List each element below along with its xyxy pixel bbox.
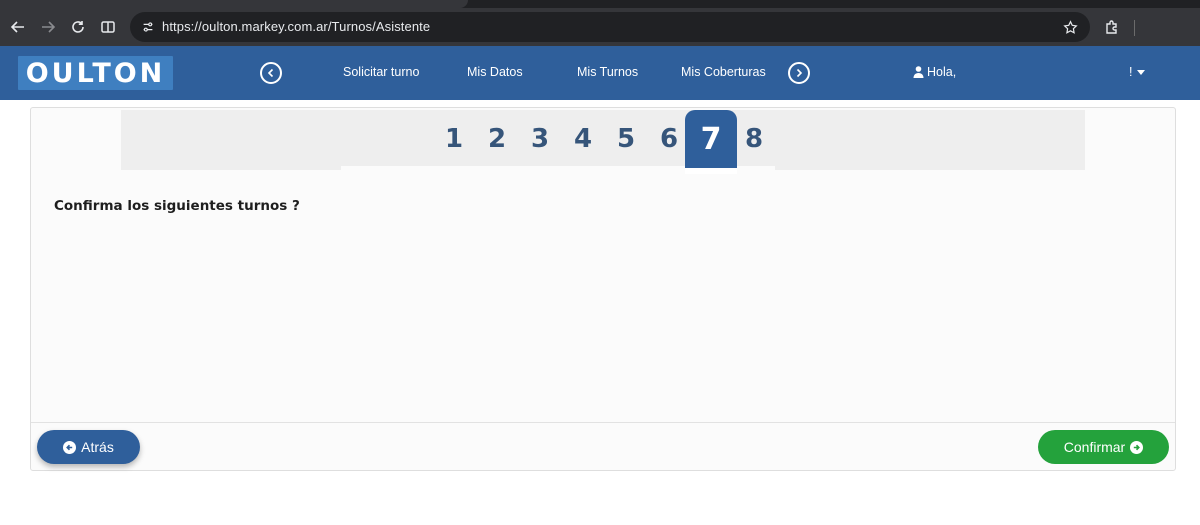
app-header: OULTON Solicitar turno Mis Datos Mis Tur… — [0, 46, 1200, 100]
arrow-right-circle-icon — [1130, 440, 1144, 454]
user-menu-toggle[interactable]: ! — [1129, 65, 1146, 79]
nav-prev-button[interactable] — [260, 62, 282, 84]
toolbar-separator — [1134, 20, 1135, 36]
nav-mis-turnos[interactable]: Mis Turnos — [577, 65, 638, 79]
forward-arrow-icon[interactable] — [36, 15, 60, 39]
step-2[interactable]: 2 — [485, 124, 509, 154]
caret-down-icon — [1137, 69, 1146, 75]
user-menu-label: ! — [1129, 65, 1133, 79]
address-bar[interactable]: https://oulton.markey.com.ar/Turnos/Asis… — [130, 12, 1090, 42]
step-4[interactable]: 4 — [571, 124, 595, 154]
side-panel-icon[interactable] — [96, 15, 120, 39]
site-info-icon[interactable] — [138, 17, 158, 37]
arrow-left-circle-icon — [63, 440, 77, 454]
browser-active-tab[interactable] — [0, 0, 468, 8]
nav-mis-datos[interactable]: Mis Datos — [467, 65, 523, 79]
back-button-label: Atrás — [81, 439, 114, 455]
logo-text: OULTON — [25, 57, 166, 89]
confirm-question: Confirma los siguientes turnos ? — [54, 198, 300, 214]
step-5[interactable]: 5 — [614, 124, 638, 154]
active-step-indicator — [685, 168, 737, 174]
reload-icon[interactable] — [66, 15, 90, 39]
url-text[interactable]: https://oulton.markey.com.ar/Turnos/Asis… — [162, 19, 430, 34]
wizard-steps-bar — [121, 110, 1085, 170]
chevron-right-icon — [796, 68, 803, 78]
step-1[interactable]: 1 — [442, 124, 466, 154]
chevron-left-icon — [267, 68, 274, 78]
back-arrow-icon[interactable] — [6, 15, 30, 39]
back-button[interactable]: Atrás — [37, 430, 140, 464]
step-6[interactable]: 6 — [657, 124, 681, 154]
nav-solicitar-turno[interactable]: Solicitar turno — [343, 65, 419, 79]
step-7-active[interactable]: 7 — [685, 110, 737, 168]
user-icon — [913, 66, 924, 78]
card-footer-divider — [31, 422, 1175, 423]
step-8[interactable]: 8 — [742, 124, 766, 154]
current-step-number: 7 — [700, 121, 722, 157]
step-3[interactable]: 3 — [528, 124, 552, 154]
user-greeting[interactable]: Hola, — [913, 65, 956, 79]
bookmark-star-icon[interactable] — [1060, 17, 1080, 37]
nav-mis-coberturas[interactable]: Mis Coberturas — [681, 65, 766, 79]
confirm-button-label: Confirmar — [1063, 439, 1126, 455]
browser-tabstrip — [0, 0, 1200, 8]
browser-toolbar: https://oulton.markey.com.ar/Turnos/Asis… — [0, 8, 1200, 46]
nav-next-button[interactable] — [788, 62, 810, 84]
greeting-text: Hola, — [927, 65, 957, 79]
oulton-logo[interactable]: OULTON — [18, 56, 173, 90]
wizard-card: 1 2 3 4 5 6 7 8 Confirma los siguientes … — [30, 107, 1176, 471]
extensions-icon[interactable] — [1100, 15, 1124, 39]
confirm-button[interactable]: Confirmar — [1038, 430, 1169, 464]
